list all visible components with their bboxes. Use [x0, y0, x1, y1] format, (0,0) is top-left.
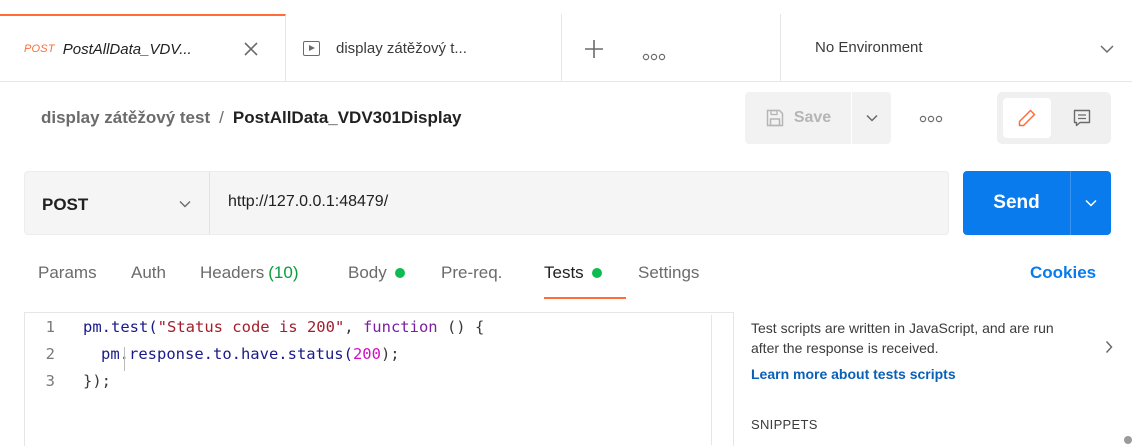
chevron-down-icon [1085, 199, 1097, 207]
environment-label: No Environment [815, 39, 923, 56]
tab-label: Headers [200, 263, 265, 282]
resize-handle[interactable] [1124, 436, 1132, 444]
documentation-mode-button[interactable] [1059, 98, 1105, 138]
plus-icon[interactable] [583, 38, 605, 60]
body-indicator-dot [394, 268, 405, 278]
breadcrumb-collection[interactable]: display zátěžový test [41, 108, 210, 128]
code-line: 1 pm.test("Status code is 200", function… [25, 318, 485, 344]
chevron-down-icon [1100, 45, 1114, 54]
tab-label: Settings [638, 263, 700, 282]
tab-label: Auth [131, 263, 166, 282]
tests-indicator-dot [591, 268, 602, 278]
tab-auth[interactable]: Auth [131, 263, 166, 283]
code-line: 3 }); [25, 372, 111, 398]
indent-guide [124, 347, 125, 371]
pencil-icon [1018, 109, 1036, 127]
method-label: POST [42, 195, 89, 214]
code-text: pm.response.to.have.status(200); [101, 345, 400, 363]
send-button[interactable]: Send [963, 171, 1070, 235]
more-horizontal-icon[interactable] [918, 114, 944, 124]
tab-label: Tests [544, 263, 584, 282]
editor-scrollbar[interactable] [711, 315, 733, 445]
save-button-group: Save [745, 92, 891, 144]
tab-method-label: POST [24, 43, 55, 55]
chevron-down-icon [179, 201, 191, 208]
send-button-group: Send [963, 171, 1111, 235]
code-line: 2 pm.response.to.have.status(200); [25, 345, 400, 371]
edit-mode-button[interactable] [1003, 98, 1051, 138]
chevron-right-icon[interactable] [1105, 340, 1113, 354]
environment-select[interactable]: No Environment [780, 14, 1132, 82]
active-tab-underline [544, 297, 626, 299]
tab-label: Params [38, 263, 97, 282]
learn-more-link[interactable]: Learn more about tests scripts [751, 366, 1121, 382]
send-options-button[interactable] [1070, 171, 1111, 235]
breadcrumb-request-name[interactable]: PostAllData_VDV301Display [233, 108, 462, 128]
tab-body[interactable]: Body [348, 263, 405, 283]
headers-count: (10) [268, 263, 299, 282]
code-text: pm.test("Status code is 200", function (… [83, 318, 485, 336]
snippets-heading: SNIPPETS [751, 417, 818, 432]
tests-help-text: Test scripts are written in JavaScript, … [751, 320, 1054, 356]
tab-tests[interactable]: Tests [544, 263, 602, 283]
chevron-down-icon [865, 114, 878, 122]
line-number: 1 [45, 318, 55, 336]
tab-bar: POST PostAllData_VDV... display zátěžový… [0, 14, 1132, 82]
tab-title: display zátěžový t... [336, 39, 467, 57]
cookies-link[interactable]: Cookies [1030, 263, 1096, 283]
tab-label: Body [348, 263, 387, 282]
runner-icon [303, 40, 320, 56]
runner-tab-display-test[interactable]: display zátěžový t... [287, 14, 562, 82]
tests-script-editor[interactable]: 1 pm.test("Status code is 200", function… [24, 312, 734, 446]
save-icon [766, 109, 784, 127]
tab-title: PostAllData_VDV... [62, 40, 192, 58]
code-text: }); [83, 372, 111, 390]
line-number: 3 [45, 372, 55, 390]
comment-icon [1073, 109, 1091, 127]
tab-pre-request-script[interactable]: Pre-req. [441, 263, 502, 283]
method-select[interactable]: POST [25, 172, 210, 234]
line-number: 2 [45, 345, 55, 363]
tab-params[interactable]: Params [38, 263, 97, 283]
tests-help-panel: Test scripts are written in JavaScript, … [751, 318, 1121, 382]
more-horizontal-icon[interactable] [641, 52, 667, 62]
breadcrumb-separator: / [219, 108, 224, 127]
url-bar: POST http://127.0.0.1:48479/ [24, 171, 949, 235]
save-label: Save [793, 109, 832, 126]
tab-settings[interactable]: Settings [638, 263, 699, 283]
save-button[interactable]: Save [745, 92, 851, 144]
save-options-button[interactable] [851, 92, 891, 144]
tab-headers[interactable]: Headers (10) [200, 263, 299, 283]
breadcrumb: display zátěžový test / PostAllData_VDV3… [41, 108, 462, 128]
view-mode-toggle [997, 92, 1111, 144]
url-input[interactable]: http://127.0.0.1:48479/ [228, 193, 388, 211]
request-tab-postalldata[interactable]: POST PostAllData_VDV... [0, 14, 286, 82]
tab-label: Pre-req. [441, 263, 503, 282]
close-icon[interactable] [242, 40, 260, 58]
